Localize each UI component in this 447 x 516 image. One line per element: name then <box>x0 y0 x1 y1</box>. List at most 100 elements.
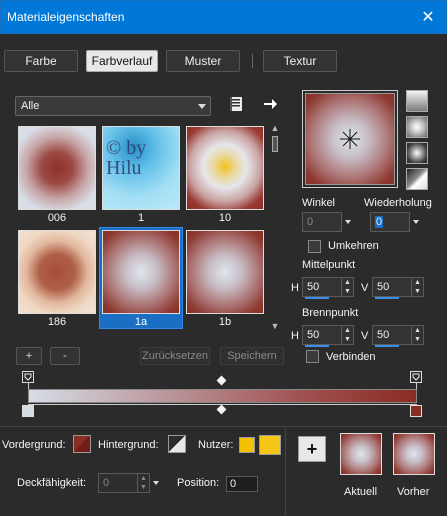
midpoint-top-marker[interactable] <box>216 375 227 386</box>
window-title: Materialeigenschaften <box>7 10 125 24</box>
title-bar: Materialeigenschaften ✕ <box>0 0 447 34</box>
crosshair-icon <box>340 129 360 149</box>
tab-farbverlauf[interactable]: Farbverlauf <box>86 50 158 72</box>
user-label: Nutzer: <box>198 439 234 451</box>
gradient-label: 1b <box>218 316 232 328</box>
foreground-color-swatch[interactable] <box>73 435 91 453</box>
background-color-swatch[interactable] <box>168 435 186 453</box>
midpoint-bottom-marker[interactable] <box>216 404 227 415</box>
current-label: Aktuell <box>344 486 378 498</box>
stop-guide <box>416 383 417 389</box>
user-color-swatch-1[interactable] <box>239 437 255 453</box>
focal-v-label: V <box>361 330 369 342</box>
link-label: Verbinden <box>326 351 376 363</box>
chevron-down-icon[interactable] <box>153 481 159 485</box>
gradient-list-scrollbar[interactable]: ▲ ▼ <box>268 122 282 332</box>
opacity-label: Deckfähigkeit: <box>17 477 87 489</box>
center-h-level <box>305 297 329 299</box>
gradient-swatch <box>18 126 96 210</box>
close-icon[interactable]: ✕ <box>418 8 438 28</box>
spin-arrows-icon[interactable]: ▲ ▼ <box>341 278 353 296</box>
gradient-item-1b[interactable]: 1b <box>184 228 266 328</box>
tab-farbe[interactable]: Farbe <box>4 50 78 72</box>
angle-spinner[interactable]: 0 <box>302 212 351 232</box>
chevron-down-icon <box>198 104 206 109</box>
tab-textur[interactable]: Textur <box>263 50 337 72</box>
center-v-label: V <box>361 282 369 294</box>
angle-label: Winkel <box>302 197 336 209</box>
spin-arrows-icon[interactable]: ▲ ▼ <box>411 326 423 344</box>
focal-h-label: H <box>291 330 299 342</box>
sunburst-style-icon[interactable] <box>406 168 428 190</box>
start-color-stop-marker[interactable] <box>22 371 34 383</box>
gradient-swatch <box>102 230 180 314</box>
center-v-value: 50 <box>377 281 390 293</box>
chevron-up-icon[interactable]: ▲ <box>270 124 280 133</box>
rectangular-style-icon[interactable] <box>406 142 428 164</box>
gradient-preview-frame <box>302 90 398 188</box>
previous-label: Vorher <box>397 486 430 498</box>
arrow-right-icon[interactable] <box>262 96 278 112</box>
add-gradient-button[interactable]: + <box>16 347 42 365</box>
spin-arrows-icon[interactable]: ▲ ▼ <box>411 278 423 296</box>
previous-material-preview[interactable] <box>393 433 435 475</box>
footer-vertical-separator <box>285 428 286 516</box>
position-field[interactable]: 0 <box>226 476 258 492</box>
chevron-down-icon[interactable] <box>413 220 419 224</box>
focal-v-spinner[interactable]: 50 ▲ ▼ <box>372 325 424 347</box>
gradient-item-10[interactable]: 10 <box>184 124 266 224</box>
center-h-spinner[interactable]: 50 ▲ ▼ <box>302 277 354 299</box>
center-label: Mittelpunkt <box>302 259 356 271</box>
spin-arrows-icon[interactable]: ▲ ▼ <box>137 474 149 492</box>
center-v-spinner[interactable]: 50 ▲ ▼ <box>372 277 424 299</box>
repeat-spinner[interactable]: 0 <box>370 212 419 232</box>
linear-style-icon[interactable] <box>406 90 428 112</box>
reset-button[interactable]: Zurücksetzen <box>140 347 210 365</box>
reverse-checkbox[interactable] <box>308 240 321 253</box>
focal-v-level <box>375 345 399 347</box>
end-color-stop-marker[interactable] <box>410 371 422 383</box>
remove-gradient-button[interactable]: - <box>50 347 80 365</box>
opacity-value: 0 <box>103 477 110 489</box>
reverse-label: Umkehren <box>328 240 379 252</box>
gradient-label: 10 <box>218 212 232 224</box>
start-color-stop[interactable] <box>22 405 34 417</box>
focal-h-value: 50 <box>307 329 320 341</box>
gradient-preview[interactable] <box>305 93 395 185</box>
background-label: Hintergrund: <box>98 439 159 451</box>
current-material-preview[interactable] <box>340 433 382 475</box>
category-dropdown[interactable]: Alle <box>15 96 211 116</box>
category-value: Alle <box>21 100 40 112</box>
gradient-swatch <box>186 230 264 314</box>
spin-arrows-icon[interactable]: ▲ ▼ <box>341 326 353 344</box>
radial-style-icon[interactable] <box>406 116 428 138</box>
gradient-item-006[interactable]: 006 <box>16 124 98 224</box>
gradient-label: 006 <box>47 212 67 224</box>
gradient-item-1a[interactable]: 1a <box>99 227 183 329</box>
save-button[interactable]: Speichern <box>220 347 284 365</box>
user-color-swatch-2[interactable] <box>259 435 281 455</box>
gradient-item-1[interactable]: © by Hilu 1 <box>100 124 182 224</box>
tab-separator <box>252 54 253 68</box>
scrollbar-thumb[interactable] <box>272 136 278 152</box>
stop-guide <box>28 383 29 389</box>
gradient-label: 186 <box>47 316 67 328</box>
footer-separator <box>0 426 447 427</box>
gradient-swatch <box>186 126 264 210</box>
gradient-label: 1a <box>134 316 148 328</box>
book-icon[interactable] <box>228 96 244 112</box>
watermark-text: © by Hilu <box>106 137 147 179</box>
link-checkbox[interactable] <box>306 350 319 363</box>
center-h-value: 50 <box>307 281 320 293</box>
chevron-down-icon[interactable]: ▼ <box>270 322 280 331</box>
chevron-down-icon[interactable] <box>345 220 351 224</box>
focal-h-spinner[interactable]: 50 ▲ ▼ <box>302 325 354 347</box>
angle-value: 0 <box>307 216 314 228</box>
add-to-swatches-button[interactable]: + <box>298 436 326 462</box>
opacity-spinner[interactable]: 0 ▲ ▼ <box>98 473 159 493</box>
gradient-item-186[interactable]: 186 <box>16 228 98 328</box>
tab-muster[interactable]: Muster <box>166 50 240 72</box>
gradient-editor-bar[interactable] <box>28 389 417 403</box>
center-h-label: H <box>291 282 299 294</box>
end-color-stop[interactable] <box>410 405 422 417</box>
